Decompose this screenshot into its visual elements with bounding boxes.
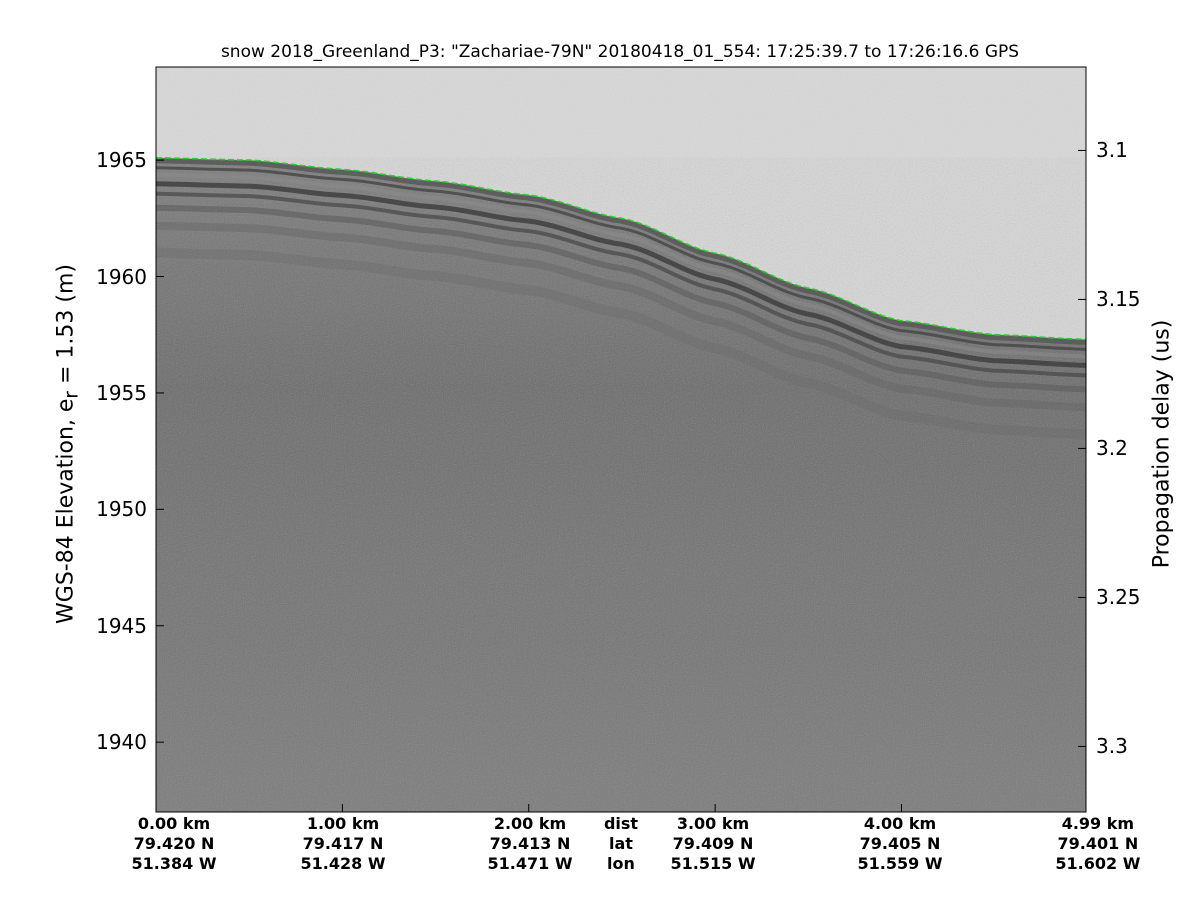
y-tick-left-label: 1940 xyxy=(96,730,147,755)
y-tick-left-label: 1945 xyxy=(96,613,147,638)
y-tick-right-label: 3.3 xyxy=(1096,734,1128,759)
y-tick-left-label: 1960 xyxy=(96,264,147,289)
x-tick-label: 0.00 km 79.420 N 51.384 W xyxy=(132,814,217,874)
x-tick-label: 2.00 km 79.413 N 51.471 W xyxy=(488,814,573,874)
x-tick-lat: 79.409 N xyxy=(672,834,754,853)
x-tick-lon: 51.428 W xyxy=(300,854,386,873)
x-tick-lon: 51.515 W xyxy=(670,854,756,873)
x-tick-dist: 3.00 km xyxy=(676,814,750,833)
echogram-plot xyxy=(155,66,1087,813)
y-tick-left-label: 1955 xyxy=(96,380,147,405)
x-row-name-dist: dist xyxy=(603,814,639,833)
x-tick-dist: 1.00 km xyxy=(306,814,380,833)
x-row-name-lat: lat xyxy=(609,834,633,853)
x-tick-lon: 51.559 W xyxy=(857,854,943,873)
x-tick-dist: 4.99 km xyxy=(1061,814,1135,833)
radar-echogram-figure: snow 2018_Greenland_P3: "Zachariae-79N" … xyxy=(0,0,1200,900)
x-row-name-lon: lon xyxy=(607,854,635,873)
x-tick-lon: 51.471 W xyxy=(487,854,573,873)
y-tick-right-label: 3.2 xyxy=(1096,436,1128,461)
y-tick-left-label: 1950 xyxy=(96,497,147,522)
x-tick-lat: 79.401 N xyxy=(1057,834,1139,853)
x-row-names: dist lat lon xyxy=(604,814,638,874)
y-tick-right-label: 3.25 xyxy=(1096,585,1141,610)
x-tick-dist: 0.00 km xyxy=(137,814,211,833)
x-tick-lat: 79.405 N xyxy=(859,834,941,853)
x-tick-label: 3.00 km 79.409 N 51.515 W xyxy=(671,814,756,874)
y-tick-right-label: 3.15 xyxy=(1096,287,1141,312)
x-tick-label: 4.99 km 79.401 N 51.602 W xyxy=(1055,814,1140,874)
x-tick-lon: 51.602 W xyxy=(1055,854,1141,873)
y-tick-right-label: 3.1 xyxy=(1096,138,1128,163)
y-tick-left-label: 1965 xyxy=(96,148,147,173)
x-tick-dist: 2.00 km xyxy=(493,814,567,833)
x-tick-label: 1.00 km 79.417 N 51.428 W xyxy=(301,814,386,874)
x-tick-lat: 79.413 N xyxy=(489,834,571,853)
x-tick-lon: 51.384 W xyxy=(131,854,217,873)
plot-area xyxy=(156,67,1086,812)
x-tick-lat: 79.420 N xyxy=(133,834,215,853)
x-tick-label: 4.00 km 79.405 N 51.559 W xyxy=(858,814,943,874)
x-tick-lat: 79.417 N xyxy=(302,834,384,853)
x-tick-dist: 4.00 km xyxy=(863,814,937,833)
